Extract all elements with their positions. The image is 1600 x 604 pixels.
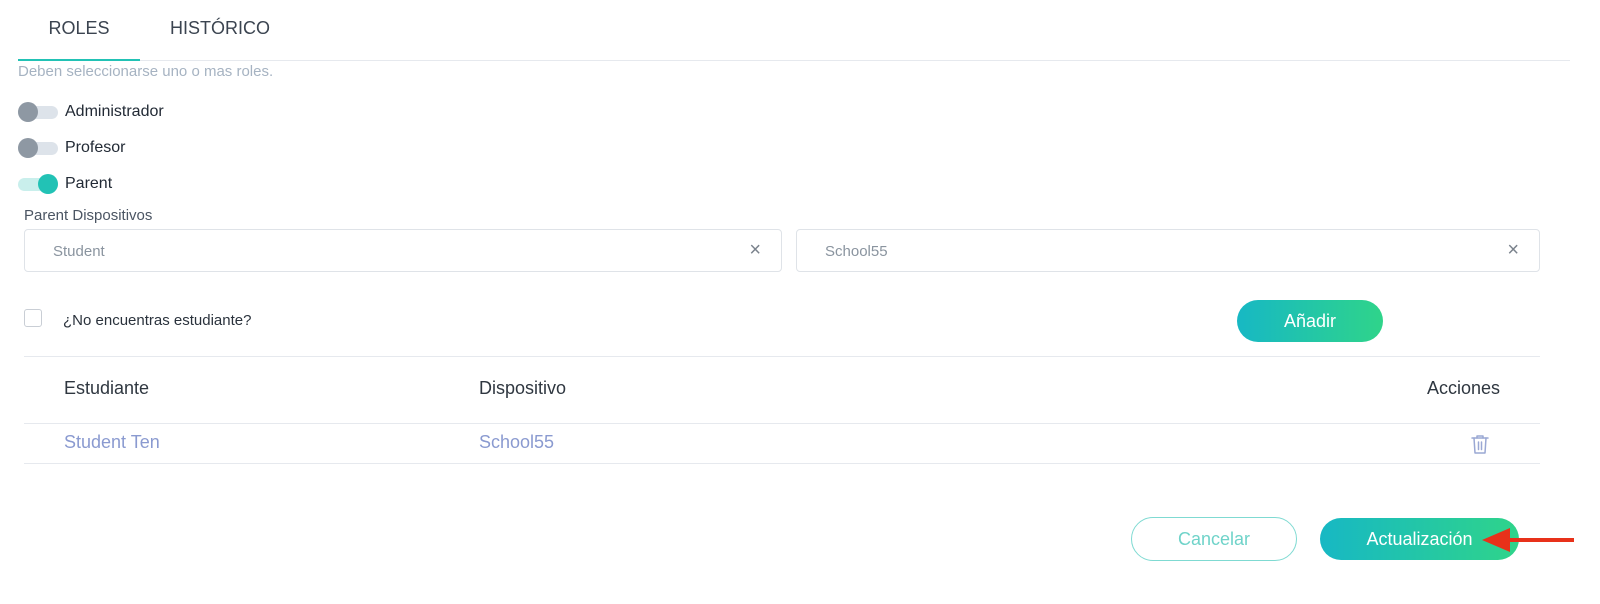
parent-dispositivos-label: Parent Dispositivos: [24, 207, 153, 224]
section-divider: [24, 356, 1540, 357]
device-select[interactable]: School55 ×: [796, 229, 1540, 272]
toggle-knob: [18, 138, 38, 158]
parent-toggle[interactable]: [18, 174, 58, 194]
trash-icon[interactable]: [1470, 433, 1490, 455]
student-cell: Student Ten: [64, 432, 160, 452]
no-student-label: ¿No encuentras estudiante?: [63, 312, 252, 329]
role-label: Administrador: [65, 103, 164, 120]
student-select-value: Student: [53, 243, 105, 260]
device-select-value: School55: [825, 243, 888, 260]
table-header-divider: [24, 423, 1540, 424]
tab-historico[interactable]: HISTÓRICO: [156, 0, 284, 60]
add-button[interactable]: Añadir: [1237, 300, 1383, 342]
role-row-parent: Parent: [18, 172, 112, 196]
role-label: Profesor: [65, 139, 126, 156]
cancel-button[interactable]: Cancelar: [1131, 517, 1297, 561]
annotation-arrow-icon: [1482, 528, 1574, 552]
roles-hint: Deben seleccionarse uno o mas roles.: [18, 63, 274, 80]
role-label: Parent: [65, 175, 113, 192]
column-header-dispositivo: Dispositivo: [479, 378, 567, 398]
column-header-estudiante: Estudiante: [64, 378, 150, 398]
tab-roles[interactable]: ROLES: [18, 0, 140, 61]
administrador-toggle[interactable]: [18, 102, 58, 122]
no-student-checkbox[interactable]: [24, 309, 42, 327]
profesor-toggle[interactable]: [18, 138, 58, 158]
toggle-knob: [38, 174, 58, 194]
role-row-profesor: Profesor: [18, 136, 125, 160]
role-row-administrador: Administrador: [18, 100, 164, 124]
tab-bar: ROLES HISTÓRICO: [18, 0, 1570, 61]
clear-student-icon[interactable]: ×: [749, 230, 761, 271]
toggle-knob: [18, 102, 38, 122]
table-row-divider: [24, 463, 1540, 464]
device-cell: School55: [479, 432, 555, 452]
clear-device-icon[interactable]: ×: [1507, 230, 1519, 271]
column-header-acciones: Acciones: [1427, 378, 1501, 398]
student-select[interactable]: Student ×: [24, 229, 782, 272]
